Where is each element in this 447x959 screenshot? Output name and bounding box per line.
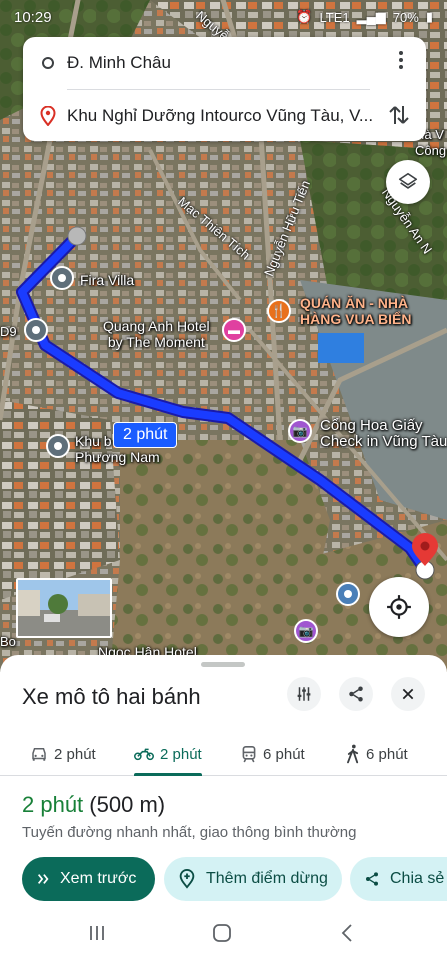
tab-transit[interactable]: 6 phút	[241, 732, 305, 776]
more-vert-icon[interactable]	[394, 51, 408, 69]
street-view-thumbnail[interactable]	[16, 578, 112, 638]
destination-pin-icon	[40, 106, 56, 126]
divider	[67, 89, 370, 90]
tab-car-label: 2 phút	[54, 745, 96, 763]
route-description: Tuyến đường nhanh nhất, giao thông bình …	[22, 824, 357, 841]
place-label-fira-villa[interactable]: Fira Villa	[80, 272, 134, 288]
travel-mode-title: Xe mô tô hai bánh	[22, 684, 201, 709]
share-icon	[349, 686, 363, 702]
my-location-button[interactable]	[369, 577, 429, 637]
walk-icon	[347, 744, 359, 764]
restaurant-icon[interactable]: 🍴	[267, 299, 291, 323]
status-time: 10:29	[14, 8, 52, 26]
tab-walk[interactable]: 6 phút	[346, 732, 408, 776]
tab-walk-label: 6 phút	[366, 745, 408, 763]
share-button[interactable]	[339, 677, 373, 711]
tab-motorbike-label: 2 phút	[160, 745, 202, 763]
share-route-button-label: Chia sẻ	[390, 870, 445, 887]
add-stop-button-label: Thêm điểm dừng	[206, 870, 328, 887]
add-stop-button[interactable]: Thêm điểm dừng	[164, 857, 342, 901]
origin-field[interactable]: Đ. Minh Châu	[67, 53, 171, 73]
recent-apps-icon[interactable]	[88, 923, 106, 943]
place-label-bo: Bo	[0, 634, 16, 649]
route-input-card: Đ. Minh Châu Khu Nghỉ Dưỡng Intourco Vũn…	[23, 37, 426, 141]
home-icon[interactable]	[212, 923, 232, 943]
battery-icon: ▮	[425, 9, 433, 24]
travel-mode-tabs: 2 phút 2 phút 6 phút 6 phút	[0, 732, 447, 776]
route-duration: 2 phút	[22, 792, 84, 817]
share-icon	[366, 872, 378, 886]
destination-row[interactable]: Khu Nghỉ Dưỡng Intourco Vũng Tàu, V...	[23, 94, 426, 138]
add-location-icon	[179, 869, 195, 889]
hotel-icon[interactable]: ▬	[222, 318, 246, 342]
attraction-icon[interactable]: 📷	[294, 619, 318, 643]
transit-stop-icon[interactable]	[336, 582, 360, 606]
crosshair-icon	[387, 595, 411, 619]
destination-field[interactable]: Khu Nghỉ Dưỡng Intourco Vũng Tàu, V...	[67, 106, 373, 126]
route-options-button[interactable]	[287, 677, 321, 711]
preview-button-label: Xem trước	[60, 870, 137, 887]
layers-icon	[398, 172, 418, 189]
route-start-dot	[67, 226, 87, 246]
place-marker-icon[interactable]	[24, 318, 48, 342]
place-label-quan-an-vua-bien[interactable]: QUÁN ĂN - NHÀ HÀNG VUA BIỂN	[300, 295, 412, 327]
tab-motorbike[interactable]: 2 phút	[134, 732, 202, 776]
place-label-d9: D9	[0, 324, 17, 339]
swap-vertical-icon[interactable]	[388, 103, 410, 127]
drag-handle[interactable]	[201, 662, 245, 667]
origin-row[interactable]: Đ. Minh Châu	[23, 41, 426, 85]
alarm-icon: ⏰	[296, 9, 313, 24]
preview-button[interactable]: Xem trước	[22, 857, 155, 901]
place-marker-icon[interactable]	[46, 434, 70, 458]
transit-icon	[242, 746, 256, 763]
tune-icon	[297, 687, 311, 701]
close-icon	[402, 688, 414, 700]
place-label-quang-anh-hotel[interactable]: Quang Anh Hotel by The Moment	[103, 318, 210, 350]
tab-transit-label: 6 phút	[263, 745, 305, 763]
origin-circle-icon	[42, 57, 54, 69]
signal-icon: ▂▄▆	[356, 9, 386, 24]
layers-button[interactable]	[386, 160, 430, 204]
car-icon	[32, 748, 46, 761]
active-tab-indicator	[134, 773, 202, 776]
system-navigation-bar	[0, 910, 447, 959]
double-chevron-right-icon	[37, 874, 49, 884]
route-duration-bubble[interactable]: 2 phút	[113, 422, 178, 448]
tab-car[interactable]: 2 phút	[30, 732, 96, 776]
battery-label: 70%	[392, 9, 419, 25]
signal-label: LTE1	[319, 9, 350, 25]
place-label-cong-hoa-giay[interactable]: Cổng Hoa Giấy Check in Vũng Tàu	[320, 418, 447, 450]
route-summary: 2 phút (500 m)	[22, 792, 165, 818]
place-marker-icon[interactable]	[50, 266, 74, 290]
route-distance: (500 m)	[89, 792, 166, 817]
back-icon[interactable]	[340, 923, 354, 943]
close-button[interactable]	[391, 677, 425, 711]
status-bar: 10:29 ⏰ LTE1 ▂▄▆ 70% ▮	[0, 0, 447, 34]
directions-sheet: Xe mô tô hai bánh 2 phút 2 phút 6 phút 6…	[0, 655, 447, 959]
motorbike-icon	[134, 748, 154, 761]
share-route-button[interactable]: Chia sẻ	[350, 857, 447, 901]
attraction-icon[interactable]: 📷	[288, 419, 312, 443]
